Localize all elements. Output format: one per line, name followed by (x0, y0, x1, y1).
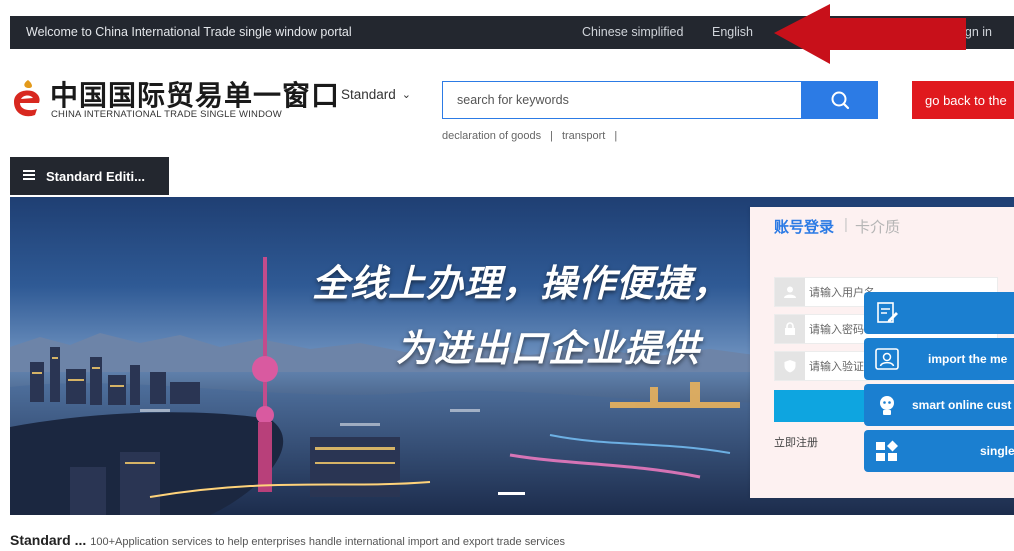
language-english-link[interactable]: English (712, 25, 753, 39)
search-button[interactable] (802, 81, 878, 119)
lock-icon (775, 315, 805, 343)
sidetab-customer-service[interactable]: smart online cust (864, 384, 1014, 426)
search-input[interactable] (442, 81, 802, 119)
sidetab-import-label: import the me (928, 352, 1008, 366)
tab-account-login[interactable]: 账号登录 (774, 216, 834, 237)
hot-keyword-transport[interactable]: transport (562, 130, 605, 142)
shield-icon (775, 352, 805, 380)
edition-dropdown[interactable]: Standard ⌄ (341, 87, 411, 102)
hot-keyword-declaration[interactable]: declaration of goods (442, 130, 541, 142)
hot-keywords: declaration of goods | transport | (442, 130, 626, 142)
standard-edition-menu[interactable]: Standard Editi... (10, 157, 169, 195)
chevron-down-icon: ⌄ (401, 89, 412, 101)
edition-menu-label: Standard Editi... (46, 169, 145, 184)
register-link[interactable]: 立即注册 (774, 434, 818, 450)
logo-chinese-title: 中国国际贸易单一窗口 (50, 79, 341, 112)
keyword-divider: | (550, 130, 553, 142)
intro-title: Standard ... (10, 532, 87, 548)
banner-slogan-line1: 全线上办理，操作便捷， (312, 262, 730, 305)
tab-divider: | (844, 216, 848, 233)
sidetab-import[interactable]: import the me (864, 338, 1014, 380)
language-chinese-link[interactable]: Chinese simplified (582, 25, 683, 39)
carousel-indicator[interactable] (498, 492, 525, 495)
keyword-divider: | (614, 130, 618, 142)
welcome-text: Welcome to China International Trade sin… (26, 25, 352, 39)
sidetab-single-window[interactable]: single (864, 430, 1014, 472)
tab-card-login[interactable]: 卡介质 (855, 216, 900, 237)
annotation-arrow-icon (774, 4, 966, 64)
logo-english-subtitle: CHINA INTERNATIONAL TRADE SINGLE WINDOW (51, 109, 282, 120)
sidetab-form[interactable] (864, 292, 1014, 334)
search-icon (831, 91, 850, 110)
sign-in-link[interactable]: gn in (965, 25, 992, 39)
intro-description: 100+Application services to help enterpr… (90, 536, 566, 548)
edition-dropdown-label: Standard (341, 87, 396, 102)
sidetab-customer-service-label: smart online cust (912, 398, 1012, 412)
service-intro: Standard ... 100+Application services to … (10, 532, 565, 550)
contact-card-icon (875, 348, 899, 370)
portal-logo-icon (14, 80, 40, 117)
form-edit-icon (877, 302, 898, 323)
robot-icon (880, 396, 894, 415)
sidetab-single-window-label: single (980, 444, 1014, 458)
user-icon (775, 278, 805, 306)
apps-grid-icon (876, 440, 898, 461)
hamburger-menu-icon (23, 170, 35, 180)
portal-page: Welcome to China International Trade sin… (0, 0, 1014, 551)
banner-slogan-line2: 为进出口企业提供 (396, 327, 700, 370)
go-back-button[interactable]: go back to the (912, 81, 1014, 119)
